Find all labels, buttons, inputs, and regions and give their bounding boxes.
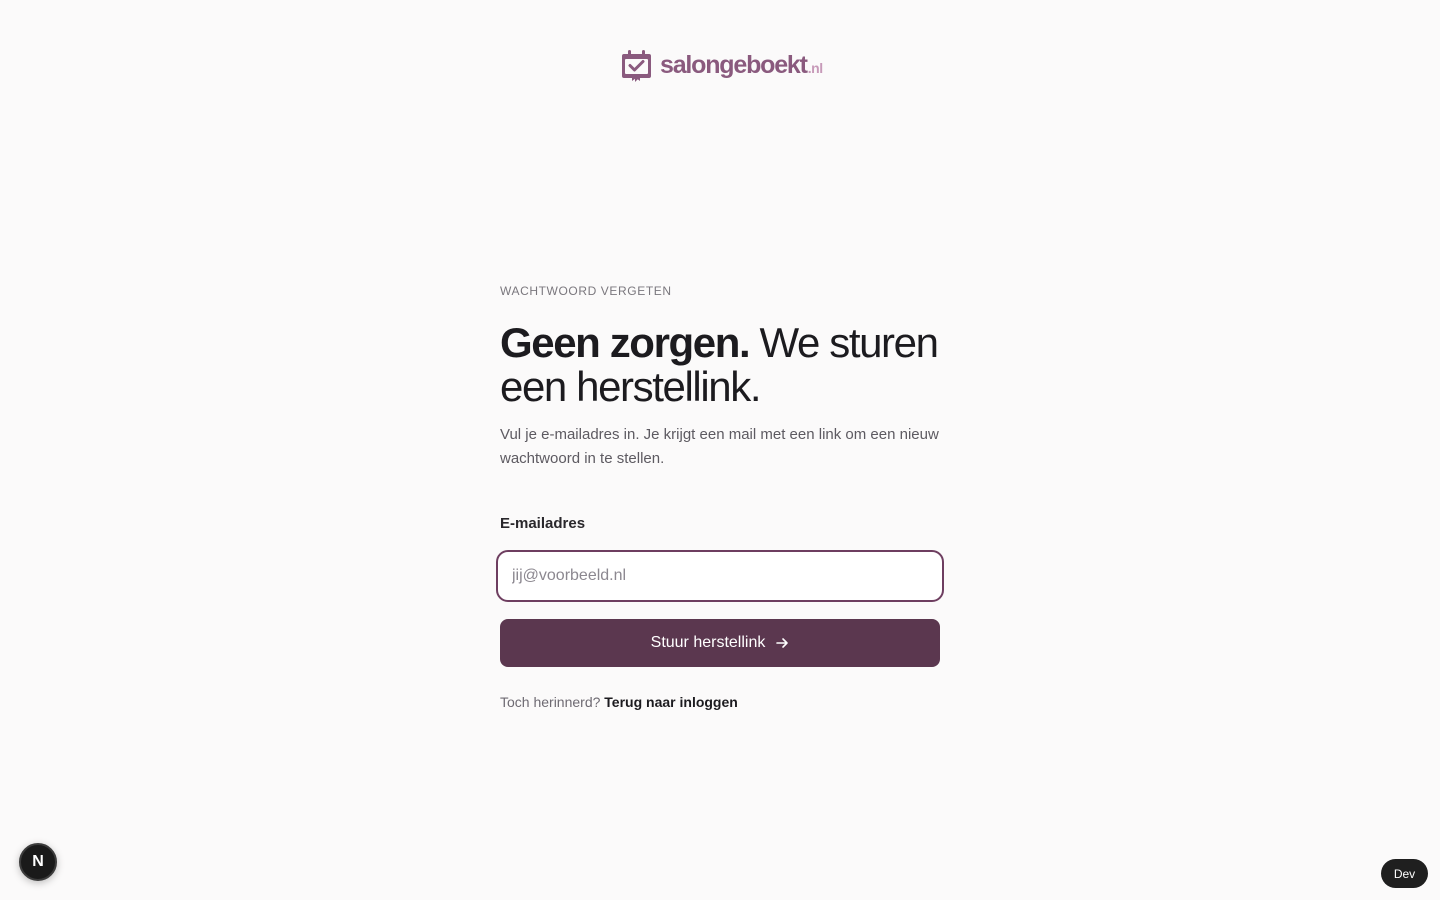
- back-to-login-link[interactable]: Terug naar inloggen: [604, 694, 738, 710]
- email-field-wrapper[interactable]: [496, 550, 944, 602]
- arrow-right-icon: [776, 638, 789, 648]
- email-label: E-mailadres: [500, 515, 586, 532]
- brand-logo[interactable]: salongeboekt.nl: [621, 48, 823, 82]
- back-to-login-row: Toch herinnerd? Terug naar inloggen: [500, 693, 940, 711]
- brand-name: salongeboekt.nl: [660, 50, 823, 79]
- email-field[interactable]: [512, 567, 928, 585]
- reset-form: WACHTWOORD VERGETEN Geen zorgen. We stur…: [496, 283, 944, 711]
- page-title-strong: Geen zorgen.: [500, 319, 751, 366]
- dev-badge[interactable]: Dev: [1381, 859, 1428, 888]
- calendar-check-icon: [622, 50, 651, 82]
- page-title: Geen zorgen. We sturen een herstellink.: [500, 321, 940, 409]
- back-prompt: Toch herinnerd?: [500, 694, 601, 710]
- nextjs-dev-indicator[interactable]: N: [19, 843, 57, 881]
- eyebrow-label: WACHTWOORD VERGETEN: [500, 284, 672, 298]
- intro-text: Vul je e-mailadres in. Je krijgt een mai…: [500, 426, 939, 467]
- send-reset-link-button[interactable]: Stuur herstellink: [500, 619, 940, 667]
- forgot-password-page: salongeboekt.nl WACHTWOORD VERGETEN Geen…: [0, 0, 1440, 900]
- brand-tld: .nl: [807, 59, 823, 76]
- send-reset-link-label: Stuur herstellink: [650, 634, 766, 651]
